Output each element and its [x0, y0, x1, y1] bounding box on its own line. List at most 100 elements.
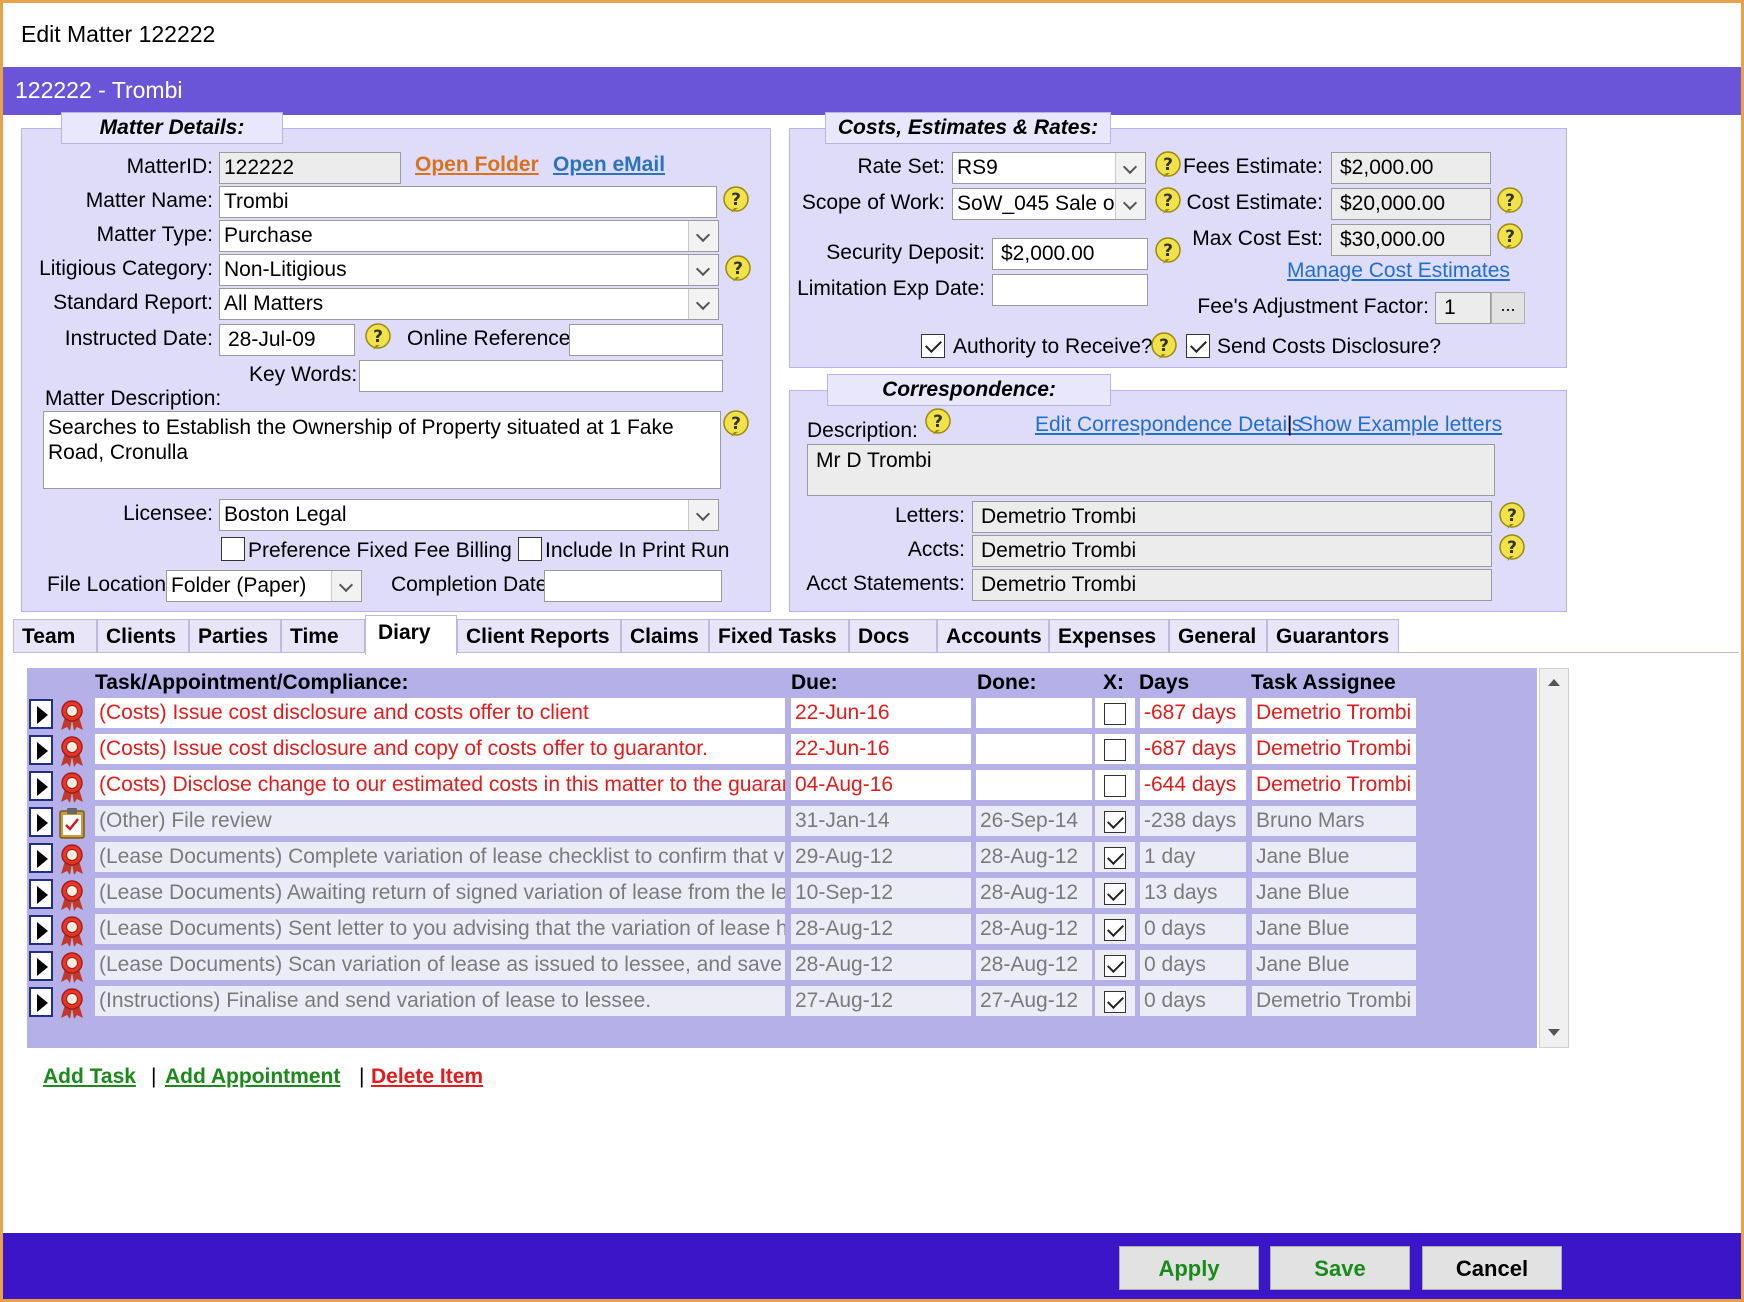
row-expand-icon[interactable]	[29, 987, 53, 1017]
complete-checkbox[interactable]	[1104, 955, 1126, 977]
due-cell[interactable]: 28-Aug-12	[791, 950, 971, 980]
row-expand-icon[interactable]	[29, 807, 53, 837]
done-cell[interactable]	[976, 698, 1092, 728]
done-cell[interactable]: 28-Aug-12	[976, 914, 1092, 944]
file-location-select[interactable]: Folder (Paper)	[166, 570, 362, 602]
due-cell[interactable]: 28-Aug-12	[791, 914, 971, 944]
due-cell[interactable]: 29-Aug-12	[791, 842, 971, 872]
help-icon[interactable]: ?	[1153, 186, 1185, 218]
scroll-down-icon[interactable]	[1540, 1019, 1568, 1047]
complete-checkbox[interactable]	[1104, 703, 1126, 725]
task-cell[interactable]: (Other) File review	[95, 806, 785, 836]
chevron-down-icon[interactable]	[1115, 189, 1145, 219]
row-expand-icon[interactable]	[29, 951, 53, 981]
table-row[interactable]: (Lease Documents) Scan variation of leas…	[27, 948, 1537, 984]
due-cell[interactable]: 22-Jun-16	[791, 734, 971, 764]
complete-checkbox[interactable]	[1104, 811, 1126, 833]
complete-checkbox[interactable]	[1104, 847, 1126, 869]
table-row[interactable]: (Lease Documents) Sent letter to you adv…	[27, 912, 1537, 948]
table-row[interactable]: (Lease Documents) Complete variation of …	[27, 840, 1537, 876]
table-row[interactable]: (Costs) Issue cost disclosure and copy o…	[27, 732, 1537, 768]
tab-diary[interactable]: Diary	[365, 615, 457, 655]
assignee-cell[interactable]: Demetrio Trombi	[1252, 986, 1416, 1016]
days-cell[interactable]: -687 days	[1140, 698, 1246, 728]
help-icon[interactable]: ?	[721, 409, 753, 441]
done-cell[interactable]: 26-Sep-14	[976, 806, 1092, 836]
apply-button[interactable]: Apply	[1119, 1246, 1259, 1290]
instructed-date-field[interactable]: 28-Jul-09	[219, 324, 355, 356]
row-expand-icon[interactable]	[29, 843, 53, 873]
matter-type-select[interactable]: Purchase	[219, 220, 719, 252]
assignee-cell[interactable]: Demetrio Trombi	[1252, 770, 1416, 800]
task-cell[interactable]: (Costs) Issue cost disclosure and costs …	[95, 698, 785, 728]
cancel-button[interactable]: Cancel	[1422, 1246, 1562, 1290]
tab-docs[interactable]: Docs	[849, 619, 937, 653]
due-cell[interactable]: 22-Jun-16	[791, 698, 971, 728]
matter-name-field[interactable]: Trombi	[219, 186, 717, 218]
tab-parties[interactable]: Parties	[189, 619, 281, 653]
manage-cost-estimates-link[interactable]: Manage Cost Estimates	[1287, 259, 1510, 283]
complete-checkbox[interactable]	[1104, 883, 1126, 905]
include-print-run-checkbox[interactable]	[518, 537, 542, 561]
help-icon[interactable]: ?	[923, 407, 955, 439]
days-cell[interactable]: 1 day	[1140, 842, 1246, 872]
open-email-link[interactable]: Open eMail	[553, 153, 665, 177]
tab-team[interactable]: Team	[13, 619, 97, 653]
chevron-down-icon[interactable]	[331, 571, 361, 601]
accts-field[interactable]: Demetrio Trombi	[972, 535, 1492, 567]
tab-expenses[interactable]: Expenses	[1049, 619, 1169, 653]
done-cell[interactable]	[976, 734, 1092, 764]
due-cell[interactable]: 27-Aug-12	[791, 986, 971, 1016]
authority-to-receive-checkbox[interactable]	[921, 334, 945, 358]
days-cell[interactable]: 0 days	[1140, 914, 1246, 944]
edit-correspondence-link[interactable]: Edit Correspondence Details	[1035, 413, 1302, 437]
online-reference-field[interactable]	[569, 324, 723, 356]
done-cell[interactable]: 28-Aug-12	[976, 842, 1092, 872]
scope-of-work-select[interactable]: SoW_045 Sale of	[952, 188, 1146, 220]
chevron-down-icon[interactable]	[688, 500, 718, 530]
chevron-down-icon[interactable]	[688, 289, 718, 319]
chevron-down-icon[interactable]	[688, 221, 718, 251]
letters-field[interactable]: Demetrio Trombi	[972, 501, 1492, 533]
table-row[interactable]: (Costs) Issue cost disclosure and costs …	[27, 696, 1537, 732]
fee-adjustment-button[interactable]: ...	[1491, 292, 1525, 324]
matter-id-field[interactable]: 122222	[219, 152, 401, 184]
task-cell[interactable]: (Instructions) Finalise and send variati…	[95, 986, 785, 1016]
help-icon[interactable]: ?	[1495, 222, 1527, 254]
tab-accounts[interactable]: Accounts	[937, 619, 1049, 653]
days-cell[interactable]: 13 days	[1140, 878, 1246, 908]
scroll-up-icon[interactable]	[1540, 669, 1568, 697]
keywords-field[interactable]	[359, 360, 723, 392]
matter-description-field[interactable]: Searches to Establish the Ownership of P…	[43, 411, 721, 489]
days-cell[interactable]: 0 days	[1140, 950, 1246, 980]
standard-report-select[interactable]: All Matters	[219, 288, 719, 320]
tab-general[interactable]: General	[1169, 619, 1267, 653]
row-expand-icon[interactable]	[29, 915, 53, 945]
tab-client-reports[interactable]: Client Reports	[457, 619, 621, 653]
tab-fixed-tasks[interactable]: Fixed Tasks	[709, 619, 849, 653]
chevron-down-icon[interactable]	[688, 255, 718, 285]
task-cell[interactable]: (Lease Documents) Scan variation of leas…	[95, 950, 785, 980]
help-icon[interactable]: ?	[1149, 331, 1181, 363]
max-cost-field[interactable]: $30,000.00	[1331, 224, 1491, 256]
licensee-select[interactable]: Boston Legal	[219, 499, 719, 531]
task-cell[interactable]: (Lease Documents) Awaiting return of sig…	[95, 878, 785, 908]
complete-checkbox[interactable]	[1104, 739, 1126, 761]
help-icon[interactable]: ?	[1497, 501, 1529, 533]
days-cell[interactable]: 0 days	[1140, 986, 1246, 1016]
chevron-down-icon[interactable]	[1115, 153, 1145, 183]
table-row[interactable]: (Other) File review 31-Jan-14 26-Sep-14 -23…	[27, 804, 1537, 840]
help-icon[interactable]: ?	[1495, 186, 1527, 218]
due-cell[interactable]: 10-Sep-12	[791, 878, 971, 908]
done-cell[interactable]: 27-Aug-12	[976, 986, 1092, 1016]
table-row[interactable]: (Instructions) Finalise and send variati…	[27, 984, 1537, 1020]
assignee-cell[interactable]: Jane Blue	[1252, 914, 1416, 944]
security-deposit-field[interactable]: $2,000.00	[992, 238, 1148, 270]
help-icon[interactable]: ?	[1153, 236, 1185, 268]
help-icon[interactable]: ?	[1153, 150, 1185, 182]
delete-item-link[interactable]: Delete Item	[371, 1065, 483, 1089]
help-icon[interactable]: ?	[363, 322, 395, 354]
tab-clients[interactable]: Clients	[97, 619, 189, 653]
row-expand-icon[interactable]	[29, 699, 53, 729]
assignee-cell[interactable]: Demetrio Trombi	[1252, 698, 1416, 728]
